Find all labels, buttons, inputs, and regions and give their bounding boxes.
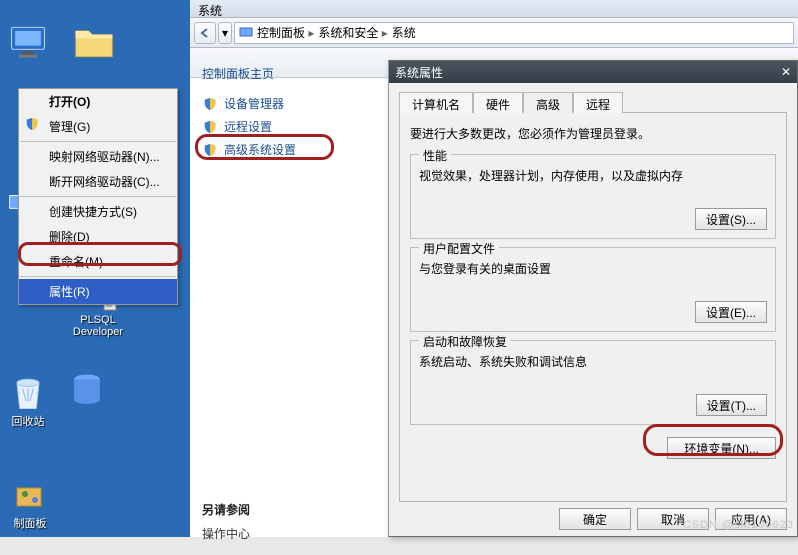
desktop-icon-network2[interactable] [63,370,111,416]
shield-icon [202,119,218,135]
ctx-manage[interactable]: 管理(G) [19,114,177,139]
desktop-icon-computer[interactable] [4,20,52,66]
dialog-titlebar[interactable]: 系统属性 ✕ [389,61,797,83]
recyclebin-label: 回收站 [4,416,52,428]
taskbar-item[interactable]: 制面板 [0,482,60,530]
ctx-open[interactable]: 打开(O) [19,89,177,114]
nav-back-button[interactable] [194,22,216,44]
ctx-rename[interactable]: 重命名(M) [19,249,177,274]
perf-settings-button[interactable]: 设置(S)... [695,208,767,230]
breadcrumb-seg[interactable]: 系统 [392,24,416,41]
address-bar: ▾ 控制面板 系统和安全 系统 [190,18,798,48]
tab-computername[interactable]: 计算机名 [399,92,473,113]
profile-settings-button[interactable]: 设置(E)... [695,301,767,323]
watermark: CSDN @slb190623 [683,519,794,531]
close-icon[interactable]: ✕ [781,65,791,79]
see-also-section: 另请参阅 操作中心 [202,501,358,545]
tab-remote[interactable]: 远程 [573,92,623,113]
see-also-item[interactable]: 操作中心 [202,522,358,545]
tab-hardware[interactable]: 硬件 [473,92,523,113]
tab-pane-advanced: 要进行大多数更改，您必须作为管理员登录。 性能 视觉效果，处理器计划，内存使用，… [399,113,787,502]
system-properties-dialog: 系统属性 ✕ 计算机名 硬件 高级 远程 要进行大多数更改，您必须作为管理员登录… [388,60,798,537]
computer-context-menu: 打开(O) 管理(G) 映射网络驱动器(N)... 断开网络驱动器(C)... … [18,88,178,305]
group-text: 系统启动、系统失败和调试信息 [419,353,767,370]
ctx-disconnect-drive[interactable]: 断开网络驱动器(C)... [19,169,177,194]
leftnav-remote-settings[interactable]: 远程设置 [202,115,358,138]
leftnav-device-manager[interactable]: 设备管理器 [202,92,358,115]
group-legend: 用户配置文件 [419,240,499,257]
breadcrumb-seg[interactable]: 控制面板 [257,24,314,41]
explorer-titlebar: 系统 [190,0,798,18]
tab-strip: 计算机名 硬件 高级 远程 [399,91,787,113]
nav-dropdown-button[interactable]: ▾ [218,22,232,44]
ctx-map-drive[interactable]: 映射网络驱动器(N)... [19,144,177,169]
taskbar-label: 制面板 [0,518,60,530]
startup-settings-button[interactable]: 设置(T)... [696,394,767,416]
group-text: 与您登录有关的桌面设置 [419,260,767,277]
group-legend: 启动和故障恢复 [419,333,511,350]
group-startup: 启动和故障恢复 系统启动、系统失败和调试信息 设置(T)... [410,340,776,425]
env-variables-button[interactable]: 环境变量(N)... [667,437,776,459]
desktop-icon-folder[interactable] [70,20,118,66]
ok-button[interactable]: 确定 [559,508,631,530]
ctx-create-shortcut[interactable]: 创建快捷方式(S) [19,199,177,224]
explorer-title: 系统 [190,0,230,21]
admin-notice: 要进行大多数更改，您必须作为管理员登录。 [410,123,776,146]
leftnav-advanced-settings[interactable]: 高级系统设置 [202,138,358,161]
see-also-heading: 另请参阅 [202,501,358,518]
breadcrumb[interactable]: 控制面板 系统和安全 系统 [234,22,794,44]
shield-icon [202,96,218,112]
plsql-label: PLSQL Developer [63,314,133,338]
shield-icon [25,117,41,133]
group-legend: 性能 [419,147,451,164]
breadcrumb-seg[interactable]: 系统和安全 [318,24,387,41]
group-userprofile: 用户配置文件 与您登录有关的桌面设置 设置(E)... [410,247,776,332]
computer-icon [239,26,253,40]
tab-advanced[interactable]: 高级 [523,92,573,113]
ctx-delete[interactable]: 删除(D) [19,224,177,249]
ctx-properties[interactable]: 属性(R) [19,279,177,304]
arrow-left-icon [200,28,210,38]
group-text: 视觉效果，处理器计划，内存使用，以及虚拟内存 [419,167,767,184]
shield-icon [202,142,218,158]
control-panel-leftnav: 控制面板主页 设备管理器 远程设置 高级系统设置 另请参阅 操作中心 [190,55,370,555]
dialog-title: 系统属性 [395,64,443,81]
leftnav-home[interactable]: 控制面板主页 [202,65,358,82]
group-performance: 性能 视觉效果，处理器计划，内存使用，以及虚拟内存 设置(S)... [410,154,776,239]
desktop-icon-recyclebin[interactable]: 回收站 [4,370,52,428]
